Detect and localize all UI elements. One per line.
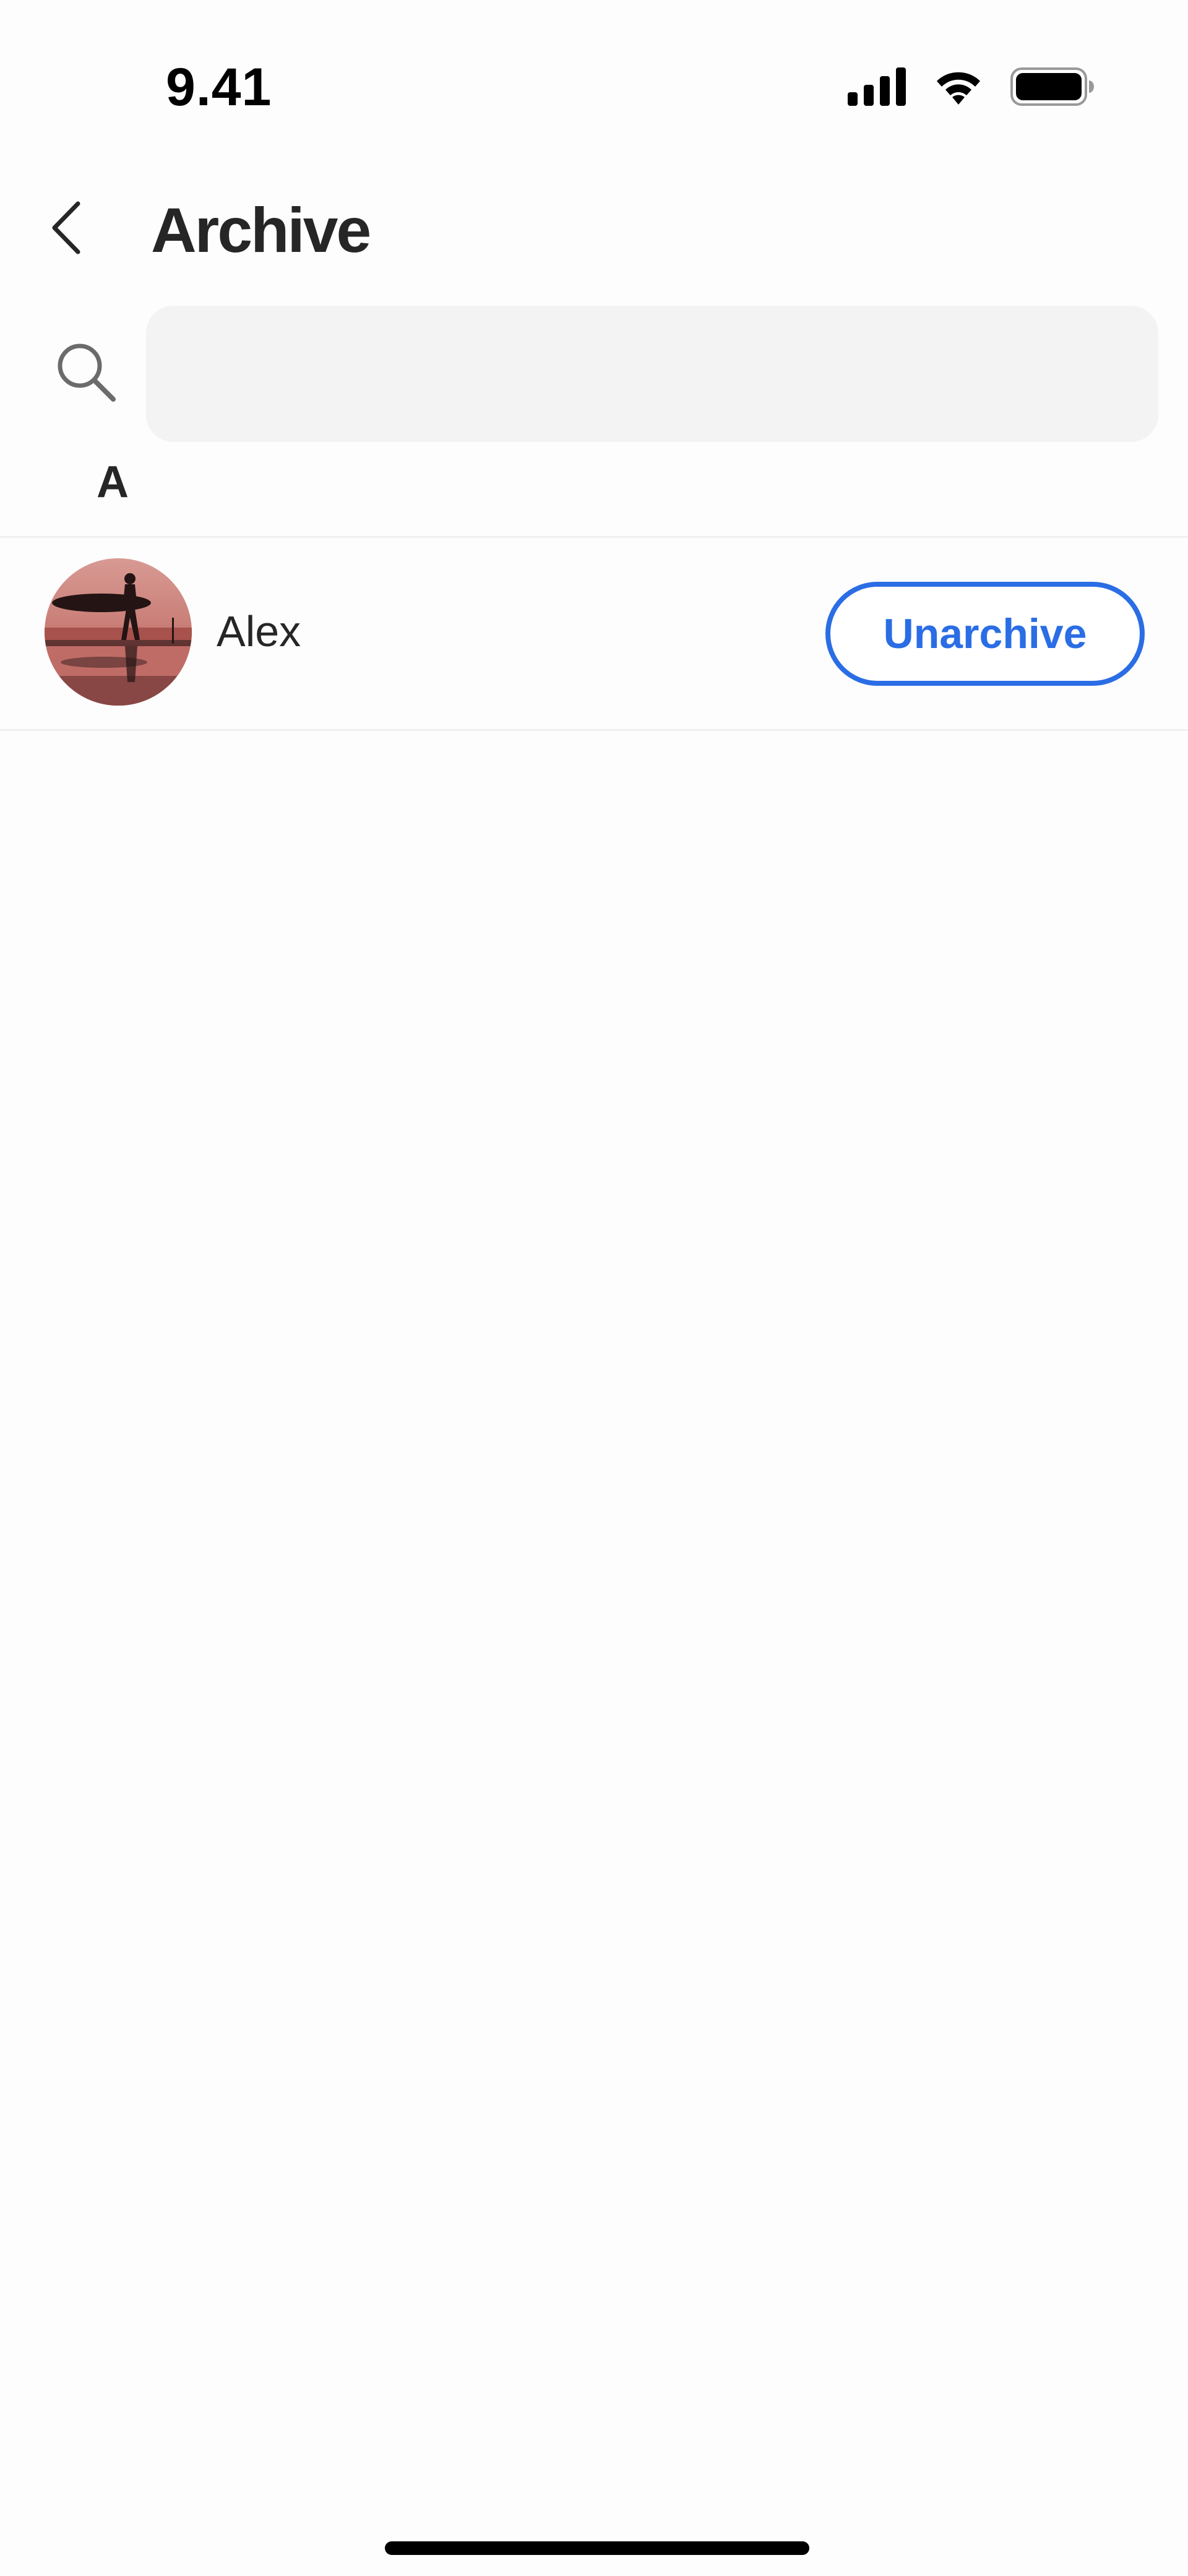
battery-icon bbox=[1010, 67, 1094, 106]
contact-name: Alex bbox=[217, 607, 301, 655]
header: Archive bbox=[0, 179, 1188, 279]
chevron-left-icon bbox=[48, 200, 83, 259]
back-button[interactable] bbox=[35, 198, 97, 260]
search-input[interactable] bbox=[146, 306, 1158, 442]
avatar bbox=[45, 558, 192, 706]
status-icons bbox=[848, 64, 1094, 109]
divider bbox=[0, 536, 1188, 538]
home-indicator[interactable] bbox=[385, 2541, 809, 2555]
divider bbox=[0, 729, 1188, 731]
wifi-icon bbox=[932, 67, 985, 106]
search-bar bbox=[0, 305, 1188, 443]
unarchive-button[interactable]: Unarchive bbox=[825, 582, 1145, 686]
list-item[interactable]: Alex Unarchive bbox=[0, 538, 1188, 728]
status-time: 9.41 bbox=[166, 58, 272, 117]
page-title: Archive bbox=[151, 195, 371, 266]
archive-screen: 9.41 Archive A Alex Unarchive bbox=[0, 0, 1188, 2576]
section-header-letter: A bbox=[97, 457, 129, 507]
status-bar: 9.41 bbox=[0, 0, 1188, 149]
search-icon[interactable] bbox=[52, 338, 120, 406]
signal-icon bbox=[848, 67, 907, 106]
